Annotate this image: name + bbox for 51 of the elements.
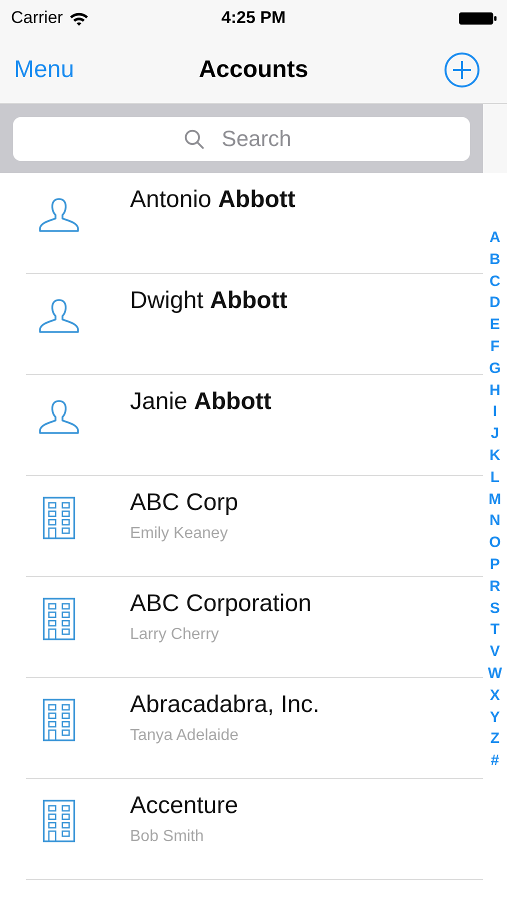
index-letter[interactable]: T bbox=[490, 619, 500, 642]
index-letter[interactable]: J bbox=[490, 423, 500, 445]
menu-button[interactable]: Menu bbox=[14, 56, 74, 84]
index-letter[interactable]: R bbox=[489, 576, 500, 598]
wifi-icon bbox=[68, 10, 89, 26]
index-letter[interactable]: C bbox=[489, 270, 500, 292]
account-name: Antonio Abbott bbox=[130, 185, 296, 215]
index-letter[interactable]: W bbox=[488, 662, 502, 685]
account-name: Dwight Abbott bbox=[130, 286, 288, 316]
account-row[interactable]: Janie Abbott bbox=[26, 375, 483, 476]
index-letter[interactable]: S bbox=[490, 598, 500, 620]
index-letter[interactable]: F bbox=[490, 336, 500, 358]
carrier-label: Carrier bbox=[11, 8, 63, 28]
account-row[interactable]: ABC Corporation Larry Cherry bbox=[26, 577, 483, 678]
add-icon[interactable] bbox=[444, 52, 480, 88]
index-letter[interactable]: M bbox=[488, 488, 502, 510]
search-field[interactable]: Search bbox=[13, 116, 470, 160]
account-row[interactable]: Accenture Bob Smith bbox=[26, 779, 483, 880]
index-letter[interactable]: I bbox=[492, 401, 497, 424]
index-letter[interactable]: E bbox=[490, 314, 500, 336]
screen-title: Accounts bbox=[198, 56, 308, 84]
contact-name: Larry Cherry bbox=[130, 626, 219, 644]
index-letter[interactable]: L bbox=[490, 466, 500, 489]
contact-name: Tanya Adelaide bbox=[130, 727, 239, 745]
contact-name: Emily Keaney bbox=[130, 525, 228, 543]
account-name: Janie Abbott bbox=[130, 387, 272, 417]
index-letter[interactable]: X bbox=[490, 684, 500, 707]
index-letter[interactable]: H bbox=[489, 380, 500, 402]
index-letter[interactable]: A bbox=[489, 227, 500, 249]
index-letter[interactable]: Z bbox=[490, 728, 500, 750]
account-name: ABC Corp bbox=[130, 488, 238, 518]
index-letter[interactable]: O bbox=[489, 532, 501, 554]
account-row[interactable]: ABC Corp Emily Keaney bbox=[26, 476, 483, 577]
battery-icon bbox=[459, 10, 497, 26]
index-letter[interactable]: G bbox=[489, 358, 501, 380]
account-row[interactable]: Abracadabra, Inc. Tanya Adelaide bbox=[26, 678, 483, 779]
contact-name: Bob Smith bbox=[130, 828, 204, 846]
index-letter[interactable]: P bbox=[490, 554, 500, 576]
account-name: Abracadabra, Inc. bbox=[130, 690, 320, 720]
account-name: ABC Corporation bbox=[130, 589, 312, 619]
index-letter[interactable]: V bbox=[490, 641, 500, 663]
index-letter[interactable]: Y bbox=[490, 706, 500, 728]
account-row[interactable]: Dwight Abbott bbox=[26, 274, 483, 375]
account-name: Accenture bbox=[130, 791, 238, 821]
index-letter[interactable]: N bbox=[489, 510, 500, 532]
index-letter[interactable]: # bbox=[490, 750, 500, 772]
index-letter[interactable]: K bbox=[489, 444, 500, 467]
index-letter[interactable]: B bbox=[489, 248, 500, 271]
account-row[interactable]: Antonio Abbott bbox=[26, 173, 483, 274]
clock-time: 4:25 PM bbox=[221, 8, 286, 28]
index-letter[interactable]: D bbox=[489, 292, 500, 314]
